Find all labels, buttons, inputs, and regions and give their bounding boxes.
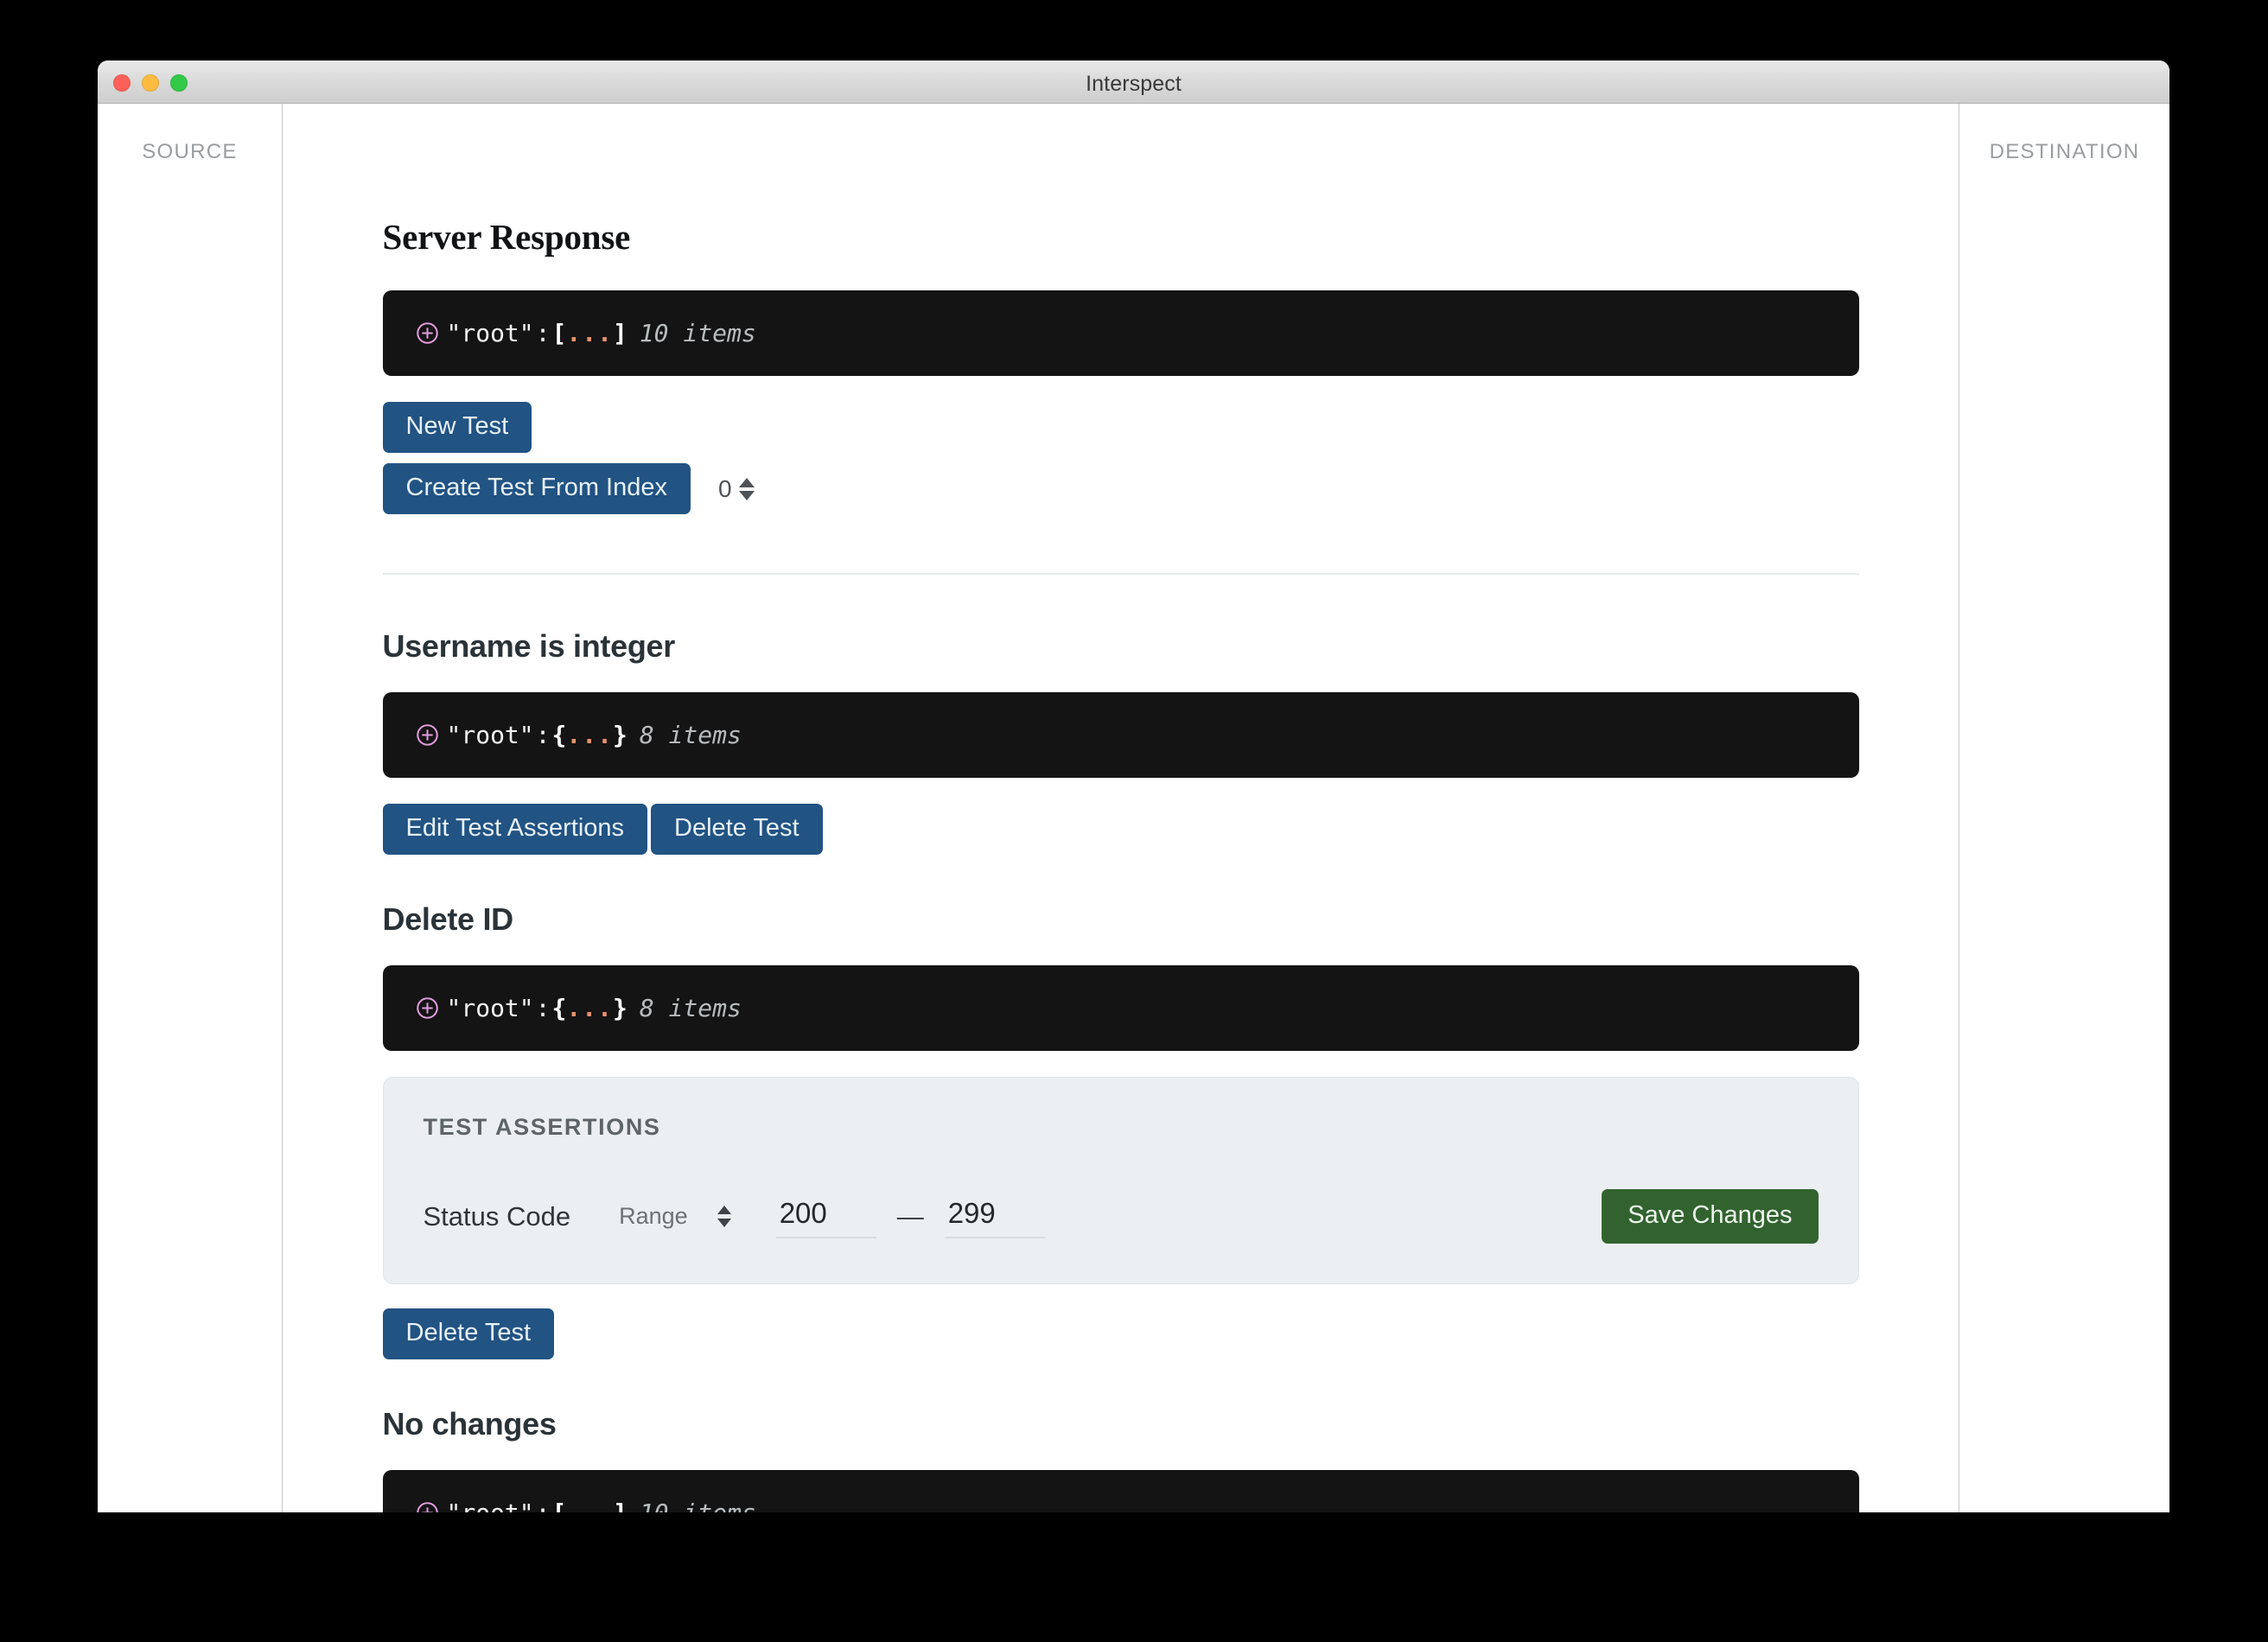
section-divider	[382, 573, 1859, 575]
test-assertions-panel: TEST ASSERTIONS Status Code Range 200 — …	[382, 1077, 1859, 1284]
json-key: "root"	[446, 994, 534, 1022]
range-max-input[interactable]	[944, 1194, 1045, 1238]
json-item-count: 8 items	[639, 994, 742, 1022]
window-title: Interspect	[1086, 72, 1182, 96]
json-ellipsis: ...	[566, 994, 613, 1022]
index-stepper[interactable]: 0	[718, 475, 755, 503]
create-test-row: Create Test From Index 0	[382, 463, 1859, 514]
test-title: Username is integer	[382, 628, 676, 664]
json-colon: :	[535, 319, 551, 347]
range-min-input[interactable]	[775, 1194, 876, 1238]
section-delete-id: Delete ID "root" : {...} 8 items TEST …	[382, 901, 1859, 1359]
plus-circle-icon[interactable]	[416, 723, 439, 747]
json-preview-root[interactable]: "root" : [ ... ] 10 items	[382, 1470, 1859, 1512]
json-close-bracket: ]	[613, 1499, 628, 1512]
json-close-bracket: }	[612, 994, 628, 1022]
assertion-row: Status Code Range —	[424, 1189, 1819, 1244]
destination-panel[interactable]: DESTINATION	[1959, 104, 2169, 1512]
json-colon: :	[534, 1499, 552, 1512]
json-item-count: 10 items	[640, 1499, 756, 1512]
test-title: No changes	[382, 1406, 557, 1442]
chevron-up-icon[interactable]	[738, 477, 755, 487]
json-open-bracket: {	[551, 994, 567, 1022]
chevron-down-icon[interactable]	[717, 1219, 731, 1227]
chevron-down-icon[interactable]	[738, 490, 755, 500]
plus-circle-icon[interactable]	[416, 1501, 439, 1512]
json-colon: :	[535, 994, 551, 1022]
json-ellipsis: ...	[566, 1499, 613, 1512]
json-close-bracket: ]	[612, 319, 628, 347]
destination-panel-label: DESTINATION	[1989, 140, 2140, 163]
json-open-bracket: [	[551, 319, 567, 347]
save-changes-button[interactable]: Save Changes	[1602, 1189, 1819, 1244]
comparator-select-value: Range	[619, 1203, 688, 1229]
page-title: Server Response	[382, 217, 631, 257]
window-body: SOURCE Server Response "root": [...] …	[98, 104, 2169, 1512]
new-test-row: New Test	[382, 402, 1859, 453]
app-window: Interspect SOURCE Server Response "root"…	[98, 60, 2169, 1512]
json-item-count: 8 items	[639, 721, 742, 749]
test-actions: Delete Test	[382, 1308, 1859, 1359]
range-separator: —	[896, 1200, 924, 1232]
new-test-button[interactable]: New Test	[382, 402, 532, 453]
create-test-from-index-button[interactable]: Create Test From Index	[382, 463, 691, 514]
section-username-is-integer: Username is integer "root" : {...} 8 i…	[382, 628, 1859, 855]
source-panel[interactable]: SOURCE	[98, 104, 283, 1512]
source-panel-label: SOURCE	[142, 140, 238, 163]
json-open-bracket: {	[551, 721, 567, 749]
main-panel: Server Response "root" : [...] 10 item…	[283, 104, 1959, 1512]
index-stepper-value: 0	[717, 474, 732, 502]
json-close-bracket: }	[612, 721, 628, 749]
edit-test-assertions-button[interactable]: Edit Test Assertions	[382, 804, 648, 855]
comparator-select[interactable]: Range	[619, 1203, 731, 1230]
json-item-count: 10 items	[639, 319, 756, 347]
delete-test-button[interactable]: Delete Test	[651, 804, 823, 855]
json-ellipsis: ...	[566, 721, 613, 749]
json-key: "root"	[447, 1499, 534, 1512]
stepper-arrows[interactable]	[738, 477, 755, 500]
main-content-scroll[interactable]: Server Response "root" : [...] 10 item…	[283, 104, 1959, 1512]
json-open-bracket: [	[552, 1499, 567, 1512]
plus-circle-icon[interactable]	[416, 321, 439, 345]
json-colon: :	[535, 721, 551, 749]
section-server-response: Server Response "root" : [...] 10 item…	[382, 216, 1859, 514]
window-titlebar: Interspect	[98, 60, 2169, 104]
json-preview-root[interactable]: "root" : { ... } 8 items	[382, 692, 1859, 778]
assertion-field-label: Status Code	[423, 1200, 571, 1232]
select-arrows[interactable]	[717, 1206, 731, 1227]
test-assertions-title: TEST ASSERTIONS	[423, 1114, 661, 1140]
test-title: Delete ID	[382, 901, 514, 937]
json-key: "root"	[446, 319, 534, 347]
json-preview-root[interactable]: "root" : [ ... ] 10 items	[382, 290, 1859, 376]
json-key: "root"	[446, 721, 534, 749]
chevron-up-icon[interactable]	[717, 1206, 731, 1214]
plus-circle-icon[interactable]	[416, 996, 439, 1020]
json-ellipsis: ...	[566, 319, 613, 347]
delete-test-button[interactable]: Delete Test	[382, 1308, 555, 1359]
test-actions: Edit Test Assertions Delete Test	[382, 804, 1859, 855]
section-no-changes: No changes "root" : [	[382, 1406, 1859, 1512]
json-preview-root[interactable]: "root" : { ... } 8 items	[382, 965, 1859, 1051]
